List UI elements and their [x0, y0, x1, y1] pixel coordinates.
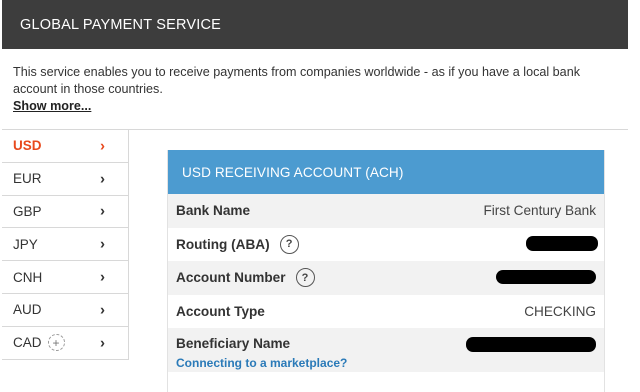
receiving-account-panel: USD RECEIVING ACCOUNT (ACH) Bank Name Fi…: [167, 150, 605, 392]
currency-label: CNH: [13, 269, 43, 285]
detail-row-bank-name: Bank Name First Century Bank: [168, 194, 604, 228]
currency-item-cnh[interactable]: CNH ›: [2, 261, 128, 294]
panel-header: USD RECEIVING ACCOUNT (ACH): [168, 150, 604, 194]
marketplace-link[interactable]: Connecting to a marketplace?: [176, 356, 347, 370]
currency-label: USD: [13, 138, 42, 154]
chevron-right-icon: ›: [100, 268, 105, 286]
question-circle-icon[interactable]: ?: [295, 268, 315, 288]
currency-item-aud[interactable]: AUD ›: [2, 294, 128, 327]
chevron-right-icon: ›: [100, 301, 105, 319]
currency-item-eur[interactable]: EUR ›: [2, 163, 128, 196]
currency-label: GBP: [13, 203, 42, 219]
row-label: Account Number: [176, 270, 286, 286]
currency-item-jpy[interactable]: JPY ›: [2, 228, 128, 262]
description-text: This service enables you to receive paym…: [13, 65, 580, 96]
redacted-value: [466, 337, 596, 352]
service-description: This service enables you to receive paym…: [13, 64, 613, 115]
currency-label: CAD: [13, 335, 42, 351]
currency-item-gbp[interactable]: GBP ›: [2, 196, 128, 229]
currency-label: AUD: [13, 302, 42, 318]
question-circle-icon[interactable]: ?: [279, 234, 299, 254]
detail-row-account-type: Account Type CHECKING: [168, 295, 604, 329]
panel-title: USD RECEIVING ACCOUNT (ACH): [182, 164, 404, 180]
redacted-value: [526, 235, 598, 251]
row-label-wrap: Account Number ?: [176, 268, 315, 288]
currency-item-usd[interactable]: USD ›: [2, 130, 128, 163]
chevron-right-icon: ›: [100, 202, 105, 220]
chevron-right-icon: ›: [100, 170, 105, 188]
currency-item-cad[interactable]: CAD + ›: [2, 327, 128, 360]
row-label: Routing (ABA): [176, 236, 270, 252]
currency-label: JPY: [13, 236, 38, 252]
currency-list: USD › EUR › GBP › JPY › CNH › AUD › CAD …: [2, 130, 129, 360]
row-label: Bank Name: [176, 203, 251, 219]
row-label: Account Type: [176, 303, 265, 319]
row-value: First Century Bank: [483, 203, 596, 219]
app-header: GLOBAL PAYMENT SERVICE: [2, 0, 628, 49]
detail-row-account-number: Account Number ?: [168, 261, 604, 295]
row-value: CHECKING: [524, 303, 596, 319]
detail-row-routing: Routing (ABA) ?: [168, 228, 604, 262]
page-title: GLOBAL PAYMENT SERVICE: [20, 16, 222, 33]
redacted-value: [496, 270, 596, 284]
chevron-right-icon: ›: [100, 137, 105, 155]
show-more-link[interactable]: Show more...: [13, 98, 91, 115]
chevron-right-icon: ›: [100, 235, 105, 253]
row-label: Beneficiary Name: [176, 336, 291, 351]
currency-label: EUR: [13, 171, 42, 187]
plus-circle-icon[interactable]: +: [47, 334, 65, 352]
row-label-wrap: Routing (ABA) ?: [176, 234, 299, 254]
chevron-right-icon: ›: [100, 334, 105, 352]
